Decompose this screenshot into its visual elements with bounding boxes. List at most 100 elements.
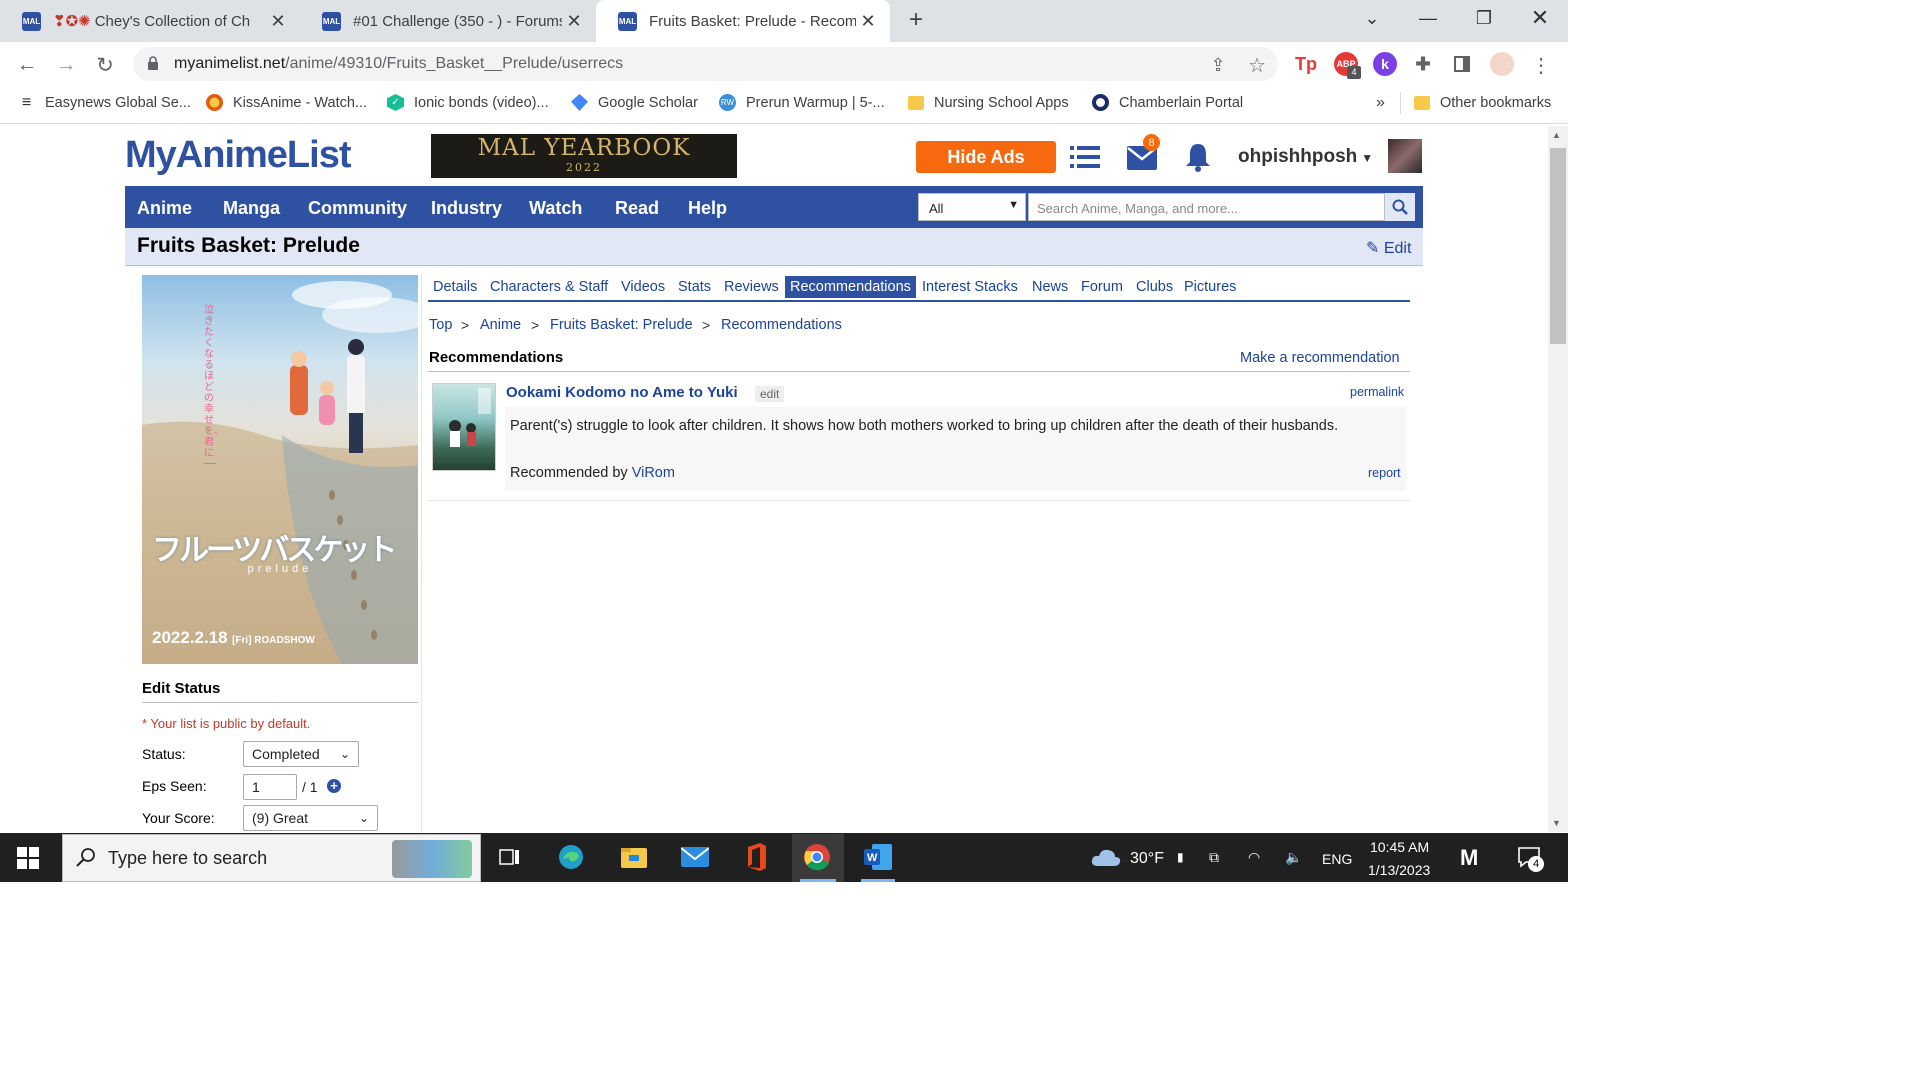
subnav-reviews[interactable]: Reviews — [724, 279, 779, 295]
bookmarks-overflow-chevron[interactable]: » — [1376, 94, 1385, 112]
url-text[interactable]: myanimelist.net/anime/49310/Fruits_Baske… — [174, 55, 623, 73]
bookmark-other-bookmarks[interactable]: Other bookmarks — [1413, 94, 1551, 111]
reload-icon[interactable]: ↻ — [92, 52, 118, 78]
edge-browser-icon[interactable] — [557, 843, 585, 871]
weather-cloud-icon[interactable] — [1090, 843, 1122, 871]
nav-community[interactable]: Community — [308, 198, 407, 219]
clock-date[interactable]: 1/13/2023 — [1368, 862, 1430, 878]
word-icon[interactable]: W — [864, 843, 892, 871]
search-input[interactable]: Search Anime, Manga, and more... — [1028, 193, 1385, 221]
windows-start-icon[interactable] — [17, 847, 39, 869]
subnav-interest-stacks[interactable]: Interest Stacks — [922, 279, 1018, 295]
m-app-icon[interactable]: M — [1460, 845, 1478, 871]
bookmark-kissanime[interactable]: KissAnime - Watch... — [206, 94, 367, 111]
subnav-news[interactable]: News — [1032, 279, 1068, 295]
tab-search-chevron-icon[interactable]: ⌄ — [1344, 0, 1400, 36]
nav-manga[interactable]: Manga — [223, 198, 280, 219]
tab-challenge-forums[interactable]: MAL #01 Challenge (350 - ) - Forums ✕ — [300, 0, 596, 42]
battery-icon[interactable]: ▮ — [1177, 850, 1184, 864]
chrome-menu-icon[interactable]: ⋮ — [1528, 52, 1554, 78]
breadcrumb-anime[interactable]: Anime — [480, 317, 521, 333]
subnav-forum[interactable]: Forum — [1081, 279, 1123, 295]
score-select[interactable]: (9) Great ⌄ — [243, 805, 378, 831]
scroll-down-icon[interactable]: ▼ — [1552, 818, 1561, 828]
weather-temperature[interactable]: 30°F — [1130, 850, 1164, 868]
nav-read[interactable]: Read — [615, 198, 659, 219]
back-icon[interactable]: ← — [14, 52, 40, 78]
recommendation-title-link[interactable]: Ookami Kodomo no Ame to Yuki — [506, 384, 738, 401]
bookmark-easynews[interactable]: ≡ Easynews Global Se... — [18, 94, 191, 111]
search-category-select[interactable]: All ▼ — [918, 193, 1026, 221]
subnav-stats[interactable]: Stats — [678, 279, 711, 295]
subnav-clubs[interactable]: Clubs — [1136, 279, 1173, 295]
bookmark-google-scholar[interactable]: Google Scholar — [571, 94, 698, 111]
restore-icon[interactable]: ❐ — [1456, 0, 1512, 36]
wifi-icon[interactable]: ◠ — [1248, 849, 1260, 866]
recommendation-bottom-divider — [428, 500, 1410, 501]
list-icon[interactable] — [1070, 144, 1100, 170]
lock-icon[interactable] — [146, 55, 160, 71]
task-view-icon[interactable] — [496, 843, 524, 871]
side-panel-icon[interactable] — [1450, 52, 1474, 76]
bookmark-nursing-school-apps[interactable]: Nursing School Apps — [907, 94, 1069, 111]
subnav-videos[interactable]: Videos — [621, 279, 665, 295]
nav-industry[interactable]: Industry — [431, 198, 502, 219]
report-link[interactable]: report — [1368, 466, 1401, 480]
close-window-icon[interactable]: ✕ — [1512, 0, 1568, 36]
bookmark-prerun-warmup[interactable]: RW Prerun Warmup | 5-... — [719, 94, 885, 111]
meet-now-icon[interactable]: ⧉ — [1209, 849, 1219, 866]
volume-icon[interactable]: 🔈 — [1285, 849, 1302, 866]
make-recommendation-link[interactable]: Make a recommendation — [1240, 350, 1400, 366]
username-dropdown[interactable]: ohpishhposh ▼ — [1238, 146, 1373, 168]
nav-watch[interactable]: Watch — [529, 198, 582, 219]
profile-avatar[interactable] — [1490, 52, 1514, 76]
file-explorer-icon[interactable] — [620, 843, 648, 871]
extensions-puzzle-icon[interactable]: ✚ — [1411, 52, 1435, 76]
tp-extension-icon[interactable]: Tp — [1294, 52, 1318, 76]
nav-anime[interactable]: Anime — [137, 198, 192, 219]
recommendation-edit-button[interactable]: edit — [755, 386, 785, 402]
user-avatar[interactable] — [1388, 139, 1422, 173]
edit-entry-link[interactable]: ✎ Edit — [1366, 238, 1411, 258]
k-extension-icon[interactable]: k — [1373, 52, 1397, 76]
subnav-characters-staff[interactable]: Characters & Staff — [490, 279, 608, 295]
minimize-icon[interactable]: — — [1400, 0, 1456, 36]
tab-fruits-basket-active[interactable]: MAL Fruits Basket: Prelude - Recomme ✕ — [596, 0, 890, 42]
increment-episode-icon[interactable]: + — [327, 779, 341, 793]
scrollbar-thumb[interactable] — [1550, 148, 1566, 344]
close-tab-icon[interactable]: ✕ — [856, 11, 880, 32]
tab-cheys-collection[interactable]: MAL ❣✪✺ Chey's Collection of Ch ✕ — [0, 0, 300, 42]
subnav-pictures[interactable]: Pictures — [1184, 279, 1236, 295]
anime-poster[interactable]: 泣きたくなるほどの幸せを、君に ── フルーツバスケット prelude 202… — [142, 275, 418, 664]
search-button[interactable] — [1385, 193, 1415, 221]
permalink-link[interactable]: permalink — [1350, 385, 1404, 399]
forward-icon[interactable]: → — [53, 52, 79, 78]
nav-help[interactable]: Help — [688, 198, 727, 219]
recommendation-thumbnail[interactable] — [432, 383, 496, 471]
close-tab-icon[interactable]: ✕ — [562, 11, 586, 32]
mail-app-icon[interactable] — [681, 843, 709, 871]
bookmark-ionic-bonds[interactable]: ✓ Ionic bonds (video)... — [387, 94, 549, 111]
status-select[interactable]: Completed ⌄ — [243, 741, 359, 767]
close-tab-icon[interactable]: ✕ — [266, 11, 290, 32]
hide-ads-button[interactable]: Hide Ads — [916, 141, 1056, 173]
subnav-recommendations[interactable]: Recommendations — [785, 276, 916, 298]
new-tab-icon[interactable]: + — [902, 6, 930, 34]
language-indicator[interactable]: ENG — [1322, 851, 1352, 867]
office-icon[interactable] — [742, 843, 770, 871]
eps-seen-input[interactable]: 1 — [243, 774, 297, 800]
bookmark-star-icon[interactable]: ☆ — [1244, 52, 1270, 78]
clock-time[interactable]: 10:45 AM — [1370, 839, 1429, 855]
breadcrumb-recommendations[interactable]: Recommendations — [721, 317, 842, 333]
breadcrumb-fruits-basket[interactable]: Fruits Basket: Prelude — [550, 317, 693, 333]
subnav-details[interactable]: Details — [433, 279, 477, 295]
notification-bell-icon[interactable] — [1184, 142, 1212, 172]
chrome-icon[interactable] — [803, 843, 831, 871]
recommender-username-link[interactable]: ViRom — [632, 465, 675, 481]
scroll-up-icon[interactable]: ▲ — [1552, 130, 1561, 140]
bookmark-chamberlain-portal[interactable]: Chamberlain Portal — [1092, 94, 1243, 111]
breadcrumb-top[interactable]: Top — [429, 317, 452, 333]
mal-yearbook-banner[interactable]: MAL YEARBOOK 2022 — [431, 134, 737, 178]
share-icon[interactable]: ⇪ — [1205, 52, 1231, 78]
mal-logo[interactable]: MyAnimeList — [125, 134, 351, 177]
